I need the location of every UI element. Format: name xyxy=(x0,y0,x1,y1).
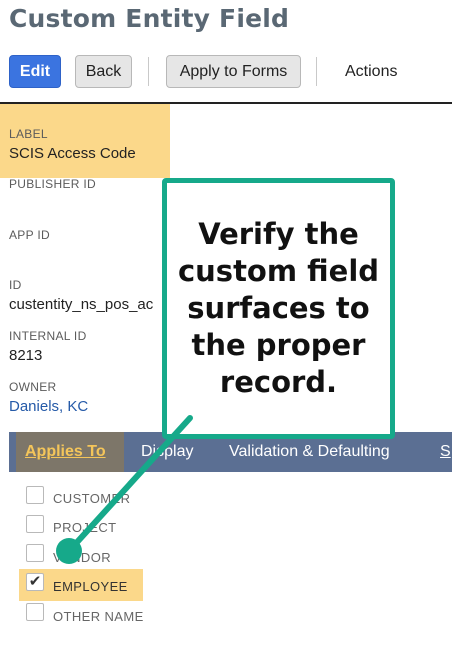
vendor-checkbox-label: VENDOR xyxy=(53,550,112,565)
project-checkbox-label: PROJECT xyxy=(53,520,117,535)
publisher-id-field-name: PUBLISHER ID xyxy=(9,177,96,191)
tab-applies-to[interactable]: Applies To xyxy=(25,443,106,461)
other-name-checkbox-label: OTHER NAME xyxy=(53,609,144,624)
project-checkbox[interactable] xyxy=(26,515,44,533)
employee-checkbox-label: EMPLOYEE xyxy=(53,579,128,594)
vendor-checkbox[interactable] xyxy=(26,544,44,562)
tab-validation-defaulting[interactable]: Validation & Defaulting xyxy=(229,443,390,461)
apply-to-forms-button[interactable]: Apply to Forms xyxy=(166,55,301,88)
actions-menu[interactable]: Actions xyxy=(345,63,397,81)
customer-checkbox[interactable] xyxy=(26,486,44,504)
id-field-value: custentity_ns_pos_ac xyxy=(9,296,154,313)
app-id-field-name: APP ID xyxy=(9,228,50,242)
internal-id-field-value: 8213 xyxy=(9,347,43,364)
callout-text: Verify the custom field surfaces to the … xyxy=(177,217,380,399)
back-button[interactable]: Back xyxy=(75,55,132,88)
tab-display[interactable]: Display xyxy=(141,443,193,461)
check-icon: ✔ xyxy=(28,573,42,590)
owner-field-name: OWNER xyxy=(9,380,57,394)
edit-button[interactable]: Edit xyxy=(9,55,61,88)
customer-checkbox-label: CUSTOMER xyxy=(53,491,131,506)
label-highlight xyxy=(0,104,170,178)
toolbar-divider xyxy=(148,57,149,86)
internal-id-field-name: INTERNAL ID xyxy=(9,329,87,343)
label-field-value: SCIS Access Code xyxy=(9,145,136,162)
id-field-name: ID xyxy=(9,278,22,292)
callout-box: Verify the custom field surfaces to the … xyxy=(162,178,395,439)
label-field-name: LABEL xyxy=(9,127,48,141)
owner-link[interactable]: Daniels, KC xyxy=(9,398,88,415)
page-title: Custom Entity Field xyxy=(9,4,290,33)
toolbar-divider xyxy=(316,57,317,86)
other-name-checkbox[interactable] xyxy=(26,603,44,621)
tab-more[interactable]: S xyxy=(440,443,451,461)
employee-checkbox[interactable]: ✔ xyxy=(26,573,44,591)
